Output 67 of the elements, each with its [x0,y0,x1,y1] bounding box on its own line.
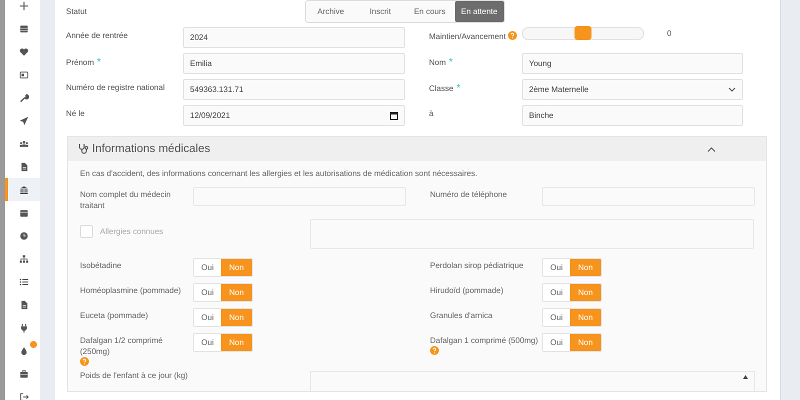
heart-icon [19,46,29,56]
date-field[interactable]: 12/09/2021 [183,105,405,126]
slider-handle[interactable] [574,26,592,40]
text-field[interactable]: 549363.131.71 [183,79,405,100]
stethoscope-icon [78,143,89,155]
field-label: Numéro de registre national [66,83,165,92]
paper-plane-icon [19,116,29,126]
table-icon [19,24,29,34]
field-label: Numéro de téléphone [430,189,508,200]
list-icon [19,276,29,286]
medication-label: Granules d'arnica [430,311,492,320]
checkbox-label: Allergies connues [100,227,164,236]
status-option[interactable]: Inscrit [356,1,405,22]
document-icon [19,162,29,172]
drop-icon [19,346,29,356]
status-option[interactable]: Archive [306,1,356,22]
medication-label: Homéoplasmine (pommade) [80,286,181,295]
sidebar-item[interactable] [5,178,40,201]
briefcase-icon [19,368,29,378]
bank-icon [19,184,29,194]
notice-text: En cas d'accident, des informations concernant les allergies et les autorisations de médication sont nécessaires. [80,169,478,178]
logout-icon [19,392,29,400]
chevron-up-icon[interactable] [707,146,716,152]
people-icon [19,138,29,148]
calendar-icon [390,112,398,120]
clock-icon [19,230,29,240]
field-label: Maintien/Avancement [429,32,506,41]
field-label: Statut [66,7,88,16]
plug-icon [19,322,29,332]
document-icon [19,300,29,310]
medication-label: Dafalgan 1/2 comprimé (250mg) [80,336,163,356]
text-field[interactable]: 2024 [183,27,405,48]
medication-label: Dafalgan 1 comprimé (500mg) [430,336,538,345]
calendar-icon [19,208,29,218]
chevron-down-icon [728,87,736,92]
id-card-icon [19,70,29,80]
checkbox[interactable] [80,225,93,238]
weight-field[interactable] [310,371,755,391]
medication-label: Euceta (pommade) [80,311,148,320]
slider-value: 0 [667,29,672,38]
hierarchy-icon [19,254,29,264]
field-label: Nom complet du médecin traitant [80,189,172,211]
text-field[interactable]: Binche [522,105,743,126]
medication-label: Hirudoïd (pommade) [430,286,504,295]
text-field[interactable]: Emilia [183,53,405,74]
medication-label: Perdolan sirop pédiatrique [430,261,524,270]
field-label: Année de rentrée [66,31,128,40]
class-dropdown[interactable]: 2ème Maternelle [522,79,743,100]
field-label: à [429,109,434,118]
field-label: Nom [429,58,446,67]
medication-label: Isobétadine [80,261,122,270]
field-label: Poids de l'enfant à ce jour (kg) [80,371,189,382]
slider-track[interactable] [522,27,644,40]
text-field[interactable]: Young [522,53,743,74]
spinner-up-icon[interactable] [743,375,748,379]
status-option[interactable]: En attente [454,1,504,22]
required-mark: * [448,57,453,68]
plus-icon [19,0,29,10]
field-label: Classe [429,84,454,93]
status-option[interactable]: En cours [405,1,454,22]
required-mark: * [456,83,460,94]
required-mark: * [97,57,101,68]
field-label: Prénom [66,58,94,67]
panel-header[interactable]: Informations médicales [68,137,766,161]
field-label: Né le [66,109,85,118]
panel-title: Informations médicales [92,143,210,155]
wrench-icon [19,92,29,102]
